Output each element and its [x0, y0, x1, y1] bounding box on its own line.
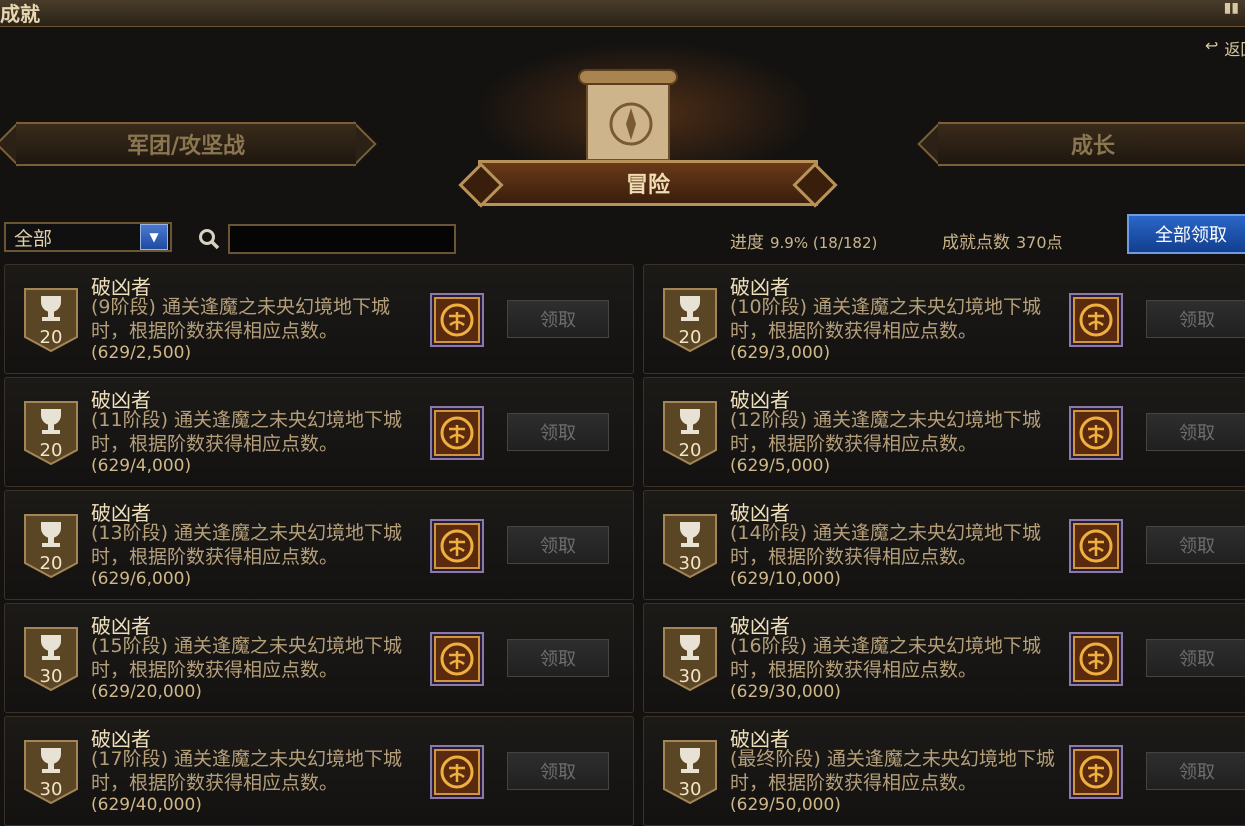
achievement-progress: (629/5,000) — [730, 456, 831, 476]
reward-item-icon[interactable] — [1069, 519, 1123, 573]
achievement-description: (17阶段) 通关逢魔之未央幻境地下城时，根据阶数获得相应点数。 — [91, 748, 403, 794]
return-icon: ↩ — [1205, 36, 1219, 55]
tab-legion-siege[interactable]: 军团/攻坚战 — [16, 122, 356, 166]
tab-growth-label: 成长 — [1070, 133, 1115, 159]
achievement-card: 20 破凶者 (11阶段) 通关逢魔之未央幻境地下城时，根据阶数获得相应点数。 (62… — [4, 377, 634, 487]
achievement-points: 20 — [39, 440, 63, 461]
claim-button[interactable]: 领取 — [1146, 526, 1245, 564]
achievement-progress: (629/10,000) — [730, 569, 841, 589]
achievement-points: 30 — [678, 779, 702, 800]
reward-item-icon[interactable] — [1069, 406, 1123, 460]
points-value: 370点 — [1016, 233, 1063, 252]
reward-item-icon[interactable] — [1069, 293, 1123, 347]
trophy-icon: 20 — [662, 287, 718, 353]
return-button[interactable]: ↩ 返回 — [1205, 36, 1245, 60]
achievement-points-stat: 成就点数 370点 — [942, 228, 1063, 253]
claim-button[interactable]: 领取 — [1146, 639, 1245, 677]
achievement-progress: (629/4,000) — [91, 456, 192, 476]
achievement-list: 20 破凶者 (9阶段) 通关逢魔之未央幻境地下城时，根据阶数获得相应点数。 (629… — [4, 264, 1245, 826]
trophy-icon: 30 — [23, 739, 79, 805]
category-filter-select[interactable]: 全部 ▼ — [4, 222, 172, 252]
reward-item-icon[interactable] — [430, 519, 484, 573]
claim-all-label: 全部领取 — [1155, 225, 1227, 246]
tab-adventure[interactable]: 冒险 — [458, 160, 838, 208]
achievement-progress: (629/30,000) — [730, 682, 841, 702]
achievement-points: 20 — [678, 440, 702, 461]
achievement-description: (11阶段) 通关逢魔之未央幻境地下城时，根据阶数获得相应点数。 — [91, 409, 403, 455]
claim-button[interactable]: 领取 — [1146, 300, 1245, 338]
title-bar: 成就 ▮▮ — [0, 0, 1245, 27]
achievement-description: (16阶段) 通关逢魔之未央幻境地下城时，根据阶数获得相应点数。 — [730, 635, 1042, 681]
chevron-down-icon[interactable]: ▼ — [140, 224, 168, 250]
claim-button[interactable]: 领取 — [507, 752, 609, 790]
progress-stat: 进度 9.9% (18/182) — [730, 228, 877, 253]
achievement-points: 20 — [39, 553, 63, 574]
achievement-progress: (629/6,000) — [91, 569, 192, 589]
tab-adventure-label: 冒险 — [625, 172, 670, 198]
achievement-progress: (629/50,000) — [730, 795, 841, 815]
tab-legion-siege-label: 军团/攻坚战 — [126, 133, 246, 159]
achievement-description: (15阶段) 通关逢魔之未央幻境地下城时，根据阶数获得相应点数。 — [91, 635, 403, 681]
trophy-icon: 30 — [662, 739, 718, 805]
achievement-card: 20 破凶者 (12阶段) 通关逢魔之未央幻境地下城时，根据阶数获得相应点数。 (62… — [643, 377, 1245, 487]
claim-button[interactable]: 领取 — [507, 526, 609, 564]
reward-item-icon[interactable] — [1069, 632, 1123, 686]
achievement-points: 30 — [39, 666, 63, 687]
trophy-icon: 20 — [23, 287, 79, 353]
search-input[interactable] — [228, 224, 456, 254]
pause-icon[interactable]: ▮▮ — [1224, 0, 1239, 16]
claim-button[interactable]: 领取 — [507, 639, 609, 677]
achievement-points: 30 — [678, 553, 702, 574]
trophy-icon: 30 — [662, 626, 718, 692]
achievement-description: (12阶段) 通关逢魔之未央幻境地下城时，根据阶数获得相应点数。 — [730, 409, 1042, 455]
search-icon[interactable] — [198, 228, 220, 250]
achievement-card: 20 破凶者 (9阶段) 通关逢魔之未央幻境地下城时，根据阶数获得相应点数。 (629… — [4, 264, 634, 374]
reward-item-icon[interactable] — [1069, 745, 1123, 799]
reward-item-icon[interactable] — [430, 406, 484, 460]
achievement-progress: (629/3,000) — [730, 343, 831, 363]
achievement-card: 30 破凶者 (17阶段) 通关逢魔之未央幻境地下城时，根据阶数获得相应点数。 (62… — [4, 716, 634, 826]
reward-item-icon[interactable] — [430, 293, 484, 347]
achievement-description: (14阶段) 通关逢魔之未央幻境地下城时，根据阶数获得相应点数。 — [730, 522, 1042, 568]
achievement-points: 20 — [678, 327, 702, 348]
trophy-icon: 20 — [23, 513, 79, 579]
claim-button[interactable]: 领取 — [1146, 413, 1245, 451]
achievement-description: (10阶段) 通关逢魔之未央幻境地下城时，根据阶数获得相应点数。 — [730, 296, 1042, 342]
achievement-description: (13阶段) 通关逢魔之未央幻境地下城时，根据阶数获得相应点数。 — [91, 522, 403, 568]
achievement-progress: (629/20,000) — [91, 682, 202, 702]
progress-value: 9.9% (18/182) — [770, 234, 878, 252]
achievement-card: 30 破凶者 (15阶段) 通关逢魔之未央幻境地下城时，根据阶数获得相应点数。 (62… — [4, 603, 634, 713]
return-label: 返回 — [1224, 40, 1245, 59]
achievement-card: 20 破凶者 (13阶段) 通关逢魔之未央幻境地下城时，根据阶数获得相应点数。 (62… — [4, 490, 634, 600]
claim-button[interactable]: 领取 — [507, 300, 609, 338]
filter-selected-value: 全部 — [14, 227, 53, 250]
trophy-icon: 30 — [662, 513, 718, 579]
trophy-icon: 20 — [23, 400, 79, 466]
window-title: 成就 — [0, 2, 40, 26]
achievement-card: 30 破凶者 (最终阶段) 通关逢魔之未央幻境地下城时，根据阶数获得相应点数。 (62… — [643, 716, 1245, 826]
achievement-progress: (629/40,000) — [91, 795, 202, 815]
adventure-scroll-icon — [578, 69, 678, 160]
claim-all-button[interactable]: 全部领取 — [1127, 214, 1245, 254]
achievement-progress: (629/2,500) — [91, 343, 192, 363]
tab-corner-right — [792, 162, 838, 208]
tab-growth[interactable]: 成长 — [938, 122, 1245, 166]
achievement-description: (9阶段) 通关逢魔之未央幻境地下城时，根据阶数获得相应点数。 — [91, 296, 390, 342]
achievement-points: 30 — [678, 666, 702, 687]
claim-button[interactable]: 领取 — [1146, 752, 1245, 790]
achievement-card: 30 破凶者 (16阶段) 通关逢魔之未央幻境地下城时，根据阶数获得相应点数。 (62… — [643, 603, 1245, 713]
achievement-points: 30 — [39, 779, 63, 800]
achievement-points: 20 — [39, 327, 63, 348]
progress-label: 进度 — [730, 233, 764, 253]
reward-item-icon[interactable] — [430, 632, 484, 686]
trophy-icon: 20 — [662, 400, 718, 466]
points-label: 成就点数 — [942, 233, 1010, 253]
achievement-card: 30 破凶者 (14阶段) 通关逢魔之未央幻境地下城时，根据阶数获得相应点数。 (62… — [643, 490, 1245, 600]
reward-item-icon[interactable] — [430, 745, 484, 799]
tab-corner-left — [458, 162, 504, 208]
claim-button[interactable]: 领取 — [507, 413, 609, 451]
trophy-icon: 30 — [23, 626, 79, 692]
achievement-card: 20 破凶者 (10阶段) 通关逢魔之未央幻境地下城时，根据阶数获得相应点数。 (62… — [643, 264, 1245, 374]
achievement-description: (最终阶段) 通关逢魔之未央幻境地下城时，根据阶数获得相应点数。 — [730, 748, 1055, 794]
